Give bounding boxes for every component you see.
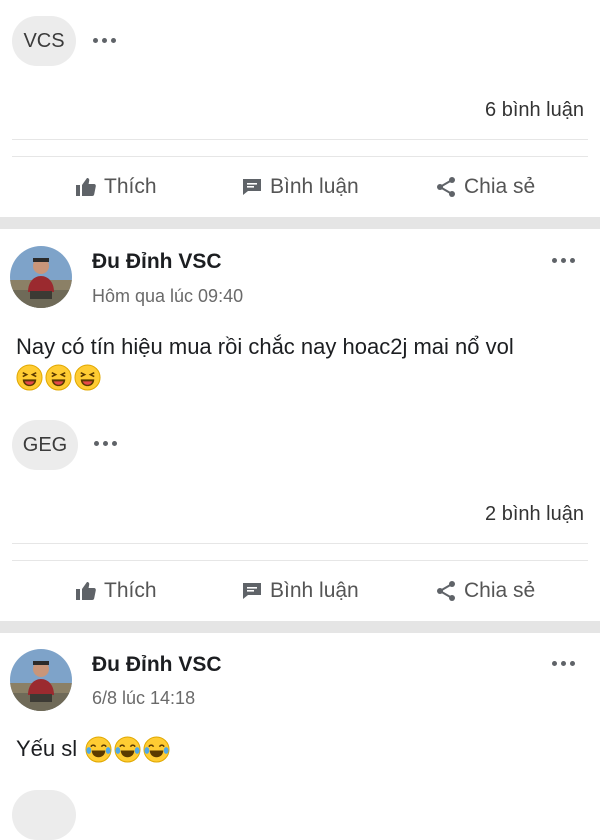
avatar[interactable] bbox=[10, 649, 72, 711]
tears-of-joy-face-icon bbox=[143, 736, 170, 763]
post-time[interactable]: 6/8 lúc 14:18 bbox=[92, 688, 195, 709]
like-button[interactable]: Thích bbox=[74, 579, 157, 603]
author-name[interactable]: Đu Đỉnh VSC bbox=[92, 653, 222, 677]
stock-chip-vcs[interactable]: VCS bbox=[12, 16, 76, 66]
post-text-row: Yếu sl bbox=[16, 736, 170, 763]
comments-count[interactable]: 6 bình luận bbox=[485, 99, 584, 122]
post-more-icon[interactable] bbox=[552, 661, 575, 666]
tears-of-joy-face-icon bbox=[114, 736, 141, 763]
post-separator bbox=[0, 621, 600, 633]
share-label: Chia sẻ bbox=[464, 175, 536, 198]
comment-label: Bình luận bbox=[270, 175, 359, 198]
comment-label: Bình luận bbox=[270, 579, 359, 602]
comment-button[interactable]: Bình luận bbox=[240, 579, 359, 603]
thumbs-up-icon bbox=[76, 178, 96, 196]
post-time[interactable]: Hôm qua lúc 09:40 bbox=[92, 286, 243, 307]
avatar-image bbox=[10, 649, 72, 711]
stock-chip-label: VCS bbox=[23, 29, 65, 52]
share-icon bbox=[437, 581, 455, 601]
like-button[interactable]: Thích bbox=[74, 175, 157, 199]
like-label: Thích bbox=[104, 175, 157, 198]
grinning-squinting-face-icon bbox=[16, 364, 43, 391]
post-more-icon[interactable] bbox=[552, 258, 575, 263]
stock-chip-geg[interactable]: GEG bbox=[12, 420, 78, 470]
divider bbox=[12, 156, 588, 157]
chip-more-icon[interactable] bbox=[93, 38, 116, 43]
like-label: Thích bbox=[104, 579, 157, 602]
thumbs-up-icon bbox=[76, 582, 96, 600]
grinning-squinting-face-icon bbox=[45, 364, 72, 391]
grinning-squinting-face-icon bbox=[74, 364, 101, 391]
divider bbox=[12, 139, 588, 140]
share-button[interactable]: Chia sẻ bbox=[434, 579, 535, 603]
avatar-image bbox=[10, 246, 72, 308]
share-icon bbox=[437, 177, 455, 197]
author-name[interactable]: Đu Đỉnh VSC bbox=[92, 250, 222, 274]
stock-chip-partial[interactable] bbox=[12, 790, 76, 840]
post-text: Yếu sl bbox=[16, 736, 78, 761]
post-text: Nay có tín hiệu mua rồi chắc nay hoac2j … bbox=[16, 334, 514, 359]
comment-icon bbox=[243, 583, 261, 599]
stock-chip-label: GEG bbox=[22, 433, 68, 456]
tears-of-joy-face-icon bbox=[85, 736, 112, 763]
divider bbox=[12, 543, 588, 544]
post-separator bbox=[0, 217, 600, 229]
comment-button[interactable]: Bình luận bbox=[240, 175, 359, 199]
share-button[interactable]: Chia sẻ bbox=[434, 175, 535, 199]
comments-count[interactable]: 2 bình luận bbox=[485, 503, 584, 526]
share-label: Chia sẻ bbox=[464, 579, 536, 602]
comment-icon bbox=[243, 179, 261, 195]
emoji-row bbox=[16, 364, 101, 391]
divider bbox=[12, 560, 588, 561]
chip-more-icon[interactable] bbox=[94, 441, 117, 446]
avatar[interactable] bbox=[10, 246, 72, 308]
